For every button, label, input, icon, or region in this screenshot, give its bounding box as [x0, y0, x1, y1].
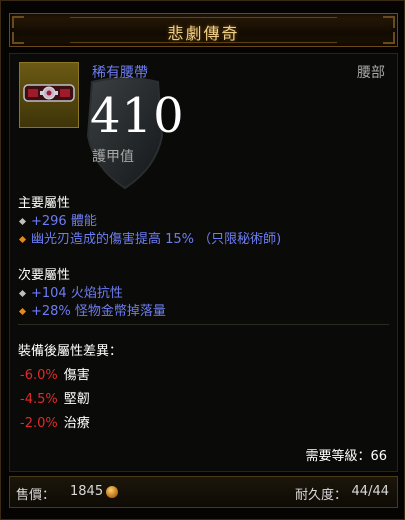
item-icon-slot	[19, 62, 79, 128]
stat-change-row: -4.5% 堅韌	[20, 388, 90, 407]
item-type: 稀有腰帶	[92, 65, 148, 81]
item-slot: 腰部	[357, 65, 385, 81]
primary-stat: 幽光刃造成的傷害提高 15% （只限秘術師)	[18, 228, 281, 247]
stat-change-row: -6.0% 傷害	[20, 364, 90, 383]
price-label: 售價：	[16, 488, 56, 503]
stat-change-value: -2.0%	[20, 416, 58, 431]
divider	[18, 324, 389, 325]
gold-coin-icon	[106, 486, 118, 498]
stat-change-value: -6.0%	[20, 368, 58, 383]
armor-label: 護甲值	[92, 149, 134, 165]
item-name: 悲劇傳奇	[167, 24, 240, 43]
secondary-stat: +28% 怪物金幣掉落量	[18, 300, 166, 319]
stat-bullet	[18, 235, 27, 243]
stat-changes-title: 裝備後屬性差異：	[18, 344, 123, 359]
stat-change-label: 傷害	[63, 368, 90, 383]
stat-text: +296 體能	[31, 214, 97, 229]
stat-text: +28% 怪物金幣掉落量	[31, 304, 166, 319]
stat-bullet	[18, 307, 27, 315]
item-tooltip: 悲劇傳奇 稀有腰帶 腰部 410 護甲值 主要屬性 +296 體能 幽光刃造成的…	[0, 0, 405, 520]
title-bar: 悲劇傳奇	[9, 13, 398, 47]
stat-text: 幽光刃造成的傷害提高 15% （只限秘術師)	[31, 232, 282, 247]
stat-change-value: -4.5%	[20, 392, 58, 407]
title-rule	[70, 17, 337, 18]
secondary-stat: +104 火焰抗性	[18, 282, 123, 301]
level-requirement: 需要等級：66	[305, 449, 387, 464]
price-value: 1845	[70, 484, 104, 499]
armor-value: 410	[90, 88, 185, 144]
stat-text: +104 火焰抗性	[31, 286, 123, 301]
primary-stat: +296 體能	[18, 210, 97, 229]
stat-bullet	[18, 217, 27, 225]
durability-label: 耐久度：	[294, 488, 347, 503]
durability-value: 44/44	[351, 484, 389, 499]
secondary-attributes-title: 次要屬性	[18, 268, 71, 283]
stat-change-label: 堅韌	[63, 392, 90, 407]
stat-change-label: 治療	[63, 416, 90, 431]
tooltip-body: 稀有腰帶 腰部 410 護甲值 主要屬性 +296 體能 幽光刃造成的傷害提高 …	[9, 53, 398, 472]
belt-icon	[23, 84, 75, 102]
stat-change-row: -2.0% 治療	[20, 412, 90, 431]
primary-attributes-title: 主要屬性	[18, 196, 71, 211]
stat-bullet	[18, 289, 27, 297]
tooltip-footer: 售價： 1845 耐久度： 44/44	[9, 476, 398, 508]
